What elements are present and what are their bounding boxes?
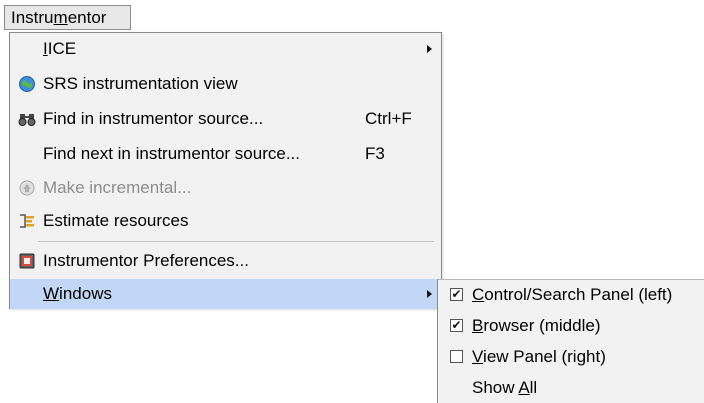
- submenu-arrow-icon: [427, 290, 432, 298]
- submenu-item-control-label: ontrol/Search Panel (left): [484, 285, 673, 304]
- submenu-item-view-panel[interactable]: View Panel (right): [438, 342, 704, 372]
- globe-icon: [17, 74, 37, 94]
- menu-item-preferences-label: Instrumentor Preferences...: [43, 251, 249, 270]
- menu-item-preferences[interactable]: Instrumentor Preferences...: [10, 246, 441, 276]
- increment-icon: [17, 178, 37, 198]
- submenu-item-show-all-label: ll: [529, 378, 538, 397]
- menubar-label-mnemonic: m: [53, 8, 68, 27]
- menu-item-estimate-resources-label: Estimate resources: [43, 211, 189, 230]
- menu-item-windows-label: indows: [59, 284, 112, 303]
- menu-item-estimate-resources[interactable]: Estimate resources: [10, 206, 441, 236]
- submenu-item-show-all-pre: Show: [472, 378, 519, 397]
- submenu-item-browser-label: rowser (middle): [483, 316, 601, 335]
- menu-item-make-incremental[interactable]: Make incremental...: [10, 173, 441, 203]
- menu-item-iice[interactable]: IICE: [10, 34, 441, 64]
- menubar-instrumentor[interactable]: Instrumentor: [4, 5, 131, 30]
- submenu-item-browser-mnemonic: B: [472, 316, 484, 335]
- menu-item-make-incremental-label: Make incremental...: [43, 178, 192, 197]
- submenu-item-show-all[interactable]: Show All: [438, 373, 704, 403]
- submenu-item-view-mnemonic: V: [472, 347, 484, 366]
- menu-item-find-next-shortcut: F3: [365, 144, 385, 163]
- menu-item-find-source-label: Find in instrumentor source...: [43, 109, 264, 128]
- submenu-item-control-search-panel[interactable]: ✔ Control/Search Panel (left): [438, 280, 704, 310]
- checkbox-checked-icon[interactable]: ✔: [450, 319, 463, 332]
- menu-item-windows[interactable]: Windows: [10, 279, 441, 309]
- submenu-item-browser[interactable]: ✔ Browser (middle): [438, 311, 704, 341]
- estimate-icon: [17, 211, 37, 231]
- menu-item-find-next[interactable]: Find next in instrumentor source... F3: [10, 139, 441, 169]
- windows-submenu: ✔ Control/Search Panel (left) ✔ Browser …: [437, 279, 704, 403]
- menu-item-iice-label: ICE: [47, 39, 77, 58]
- menu-item-srs-view-label: SRS instrumentation view: [43, 74, 238, 93]
- menu-item-windows-mnemonic: W: [43, 284, 60, 303]
- menubar-label-pre: Instru: [11, 8, 54, 27]
- submenu-item-control-mnemonic: C: [472, 285, 485, 304]
- submenu-arrow-icon: [427, 45, 432, 53]
- checkbox-checked-icon[interactable]: ✔: [450, 288, 463, 301]
- menubar-label-post: entor: [67, 8, 107, 27]
- menu-item-srs-view[interactable]: SRS instrumentation view: [10, 69, 441, 99]
- instrumentor-menu: IICE SRS instrumentation view Find in in…: [9, 32, 442, 309]
- menu-item-find-next-label: Find next in instrumentor source...: [43, 144, 301, 163]
- menu-item-find-source-shortcut: Ctrl+F: [365, 109, 412, 128]
- menu-separator: [38, 241, 434, 242]
- checkbox-unchecked-icon[interactable]: [450, 350, 463, 363]
- submenu-item-show-all-mnemonic: A: [518, 378, 530, 397]
- binoculars-icon: [17, 109, 37, 129]
- menu-item-find-source[interactable]: Find in instrumentor source... Ctrl+F: [10, 104, 441, 134]
- preferences-icon: [17, 251, 37, 271]
- submenu-item-view-label: iew Panel (right): [483, 347, 606, 366]
